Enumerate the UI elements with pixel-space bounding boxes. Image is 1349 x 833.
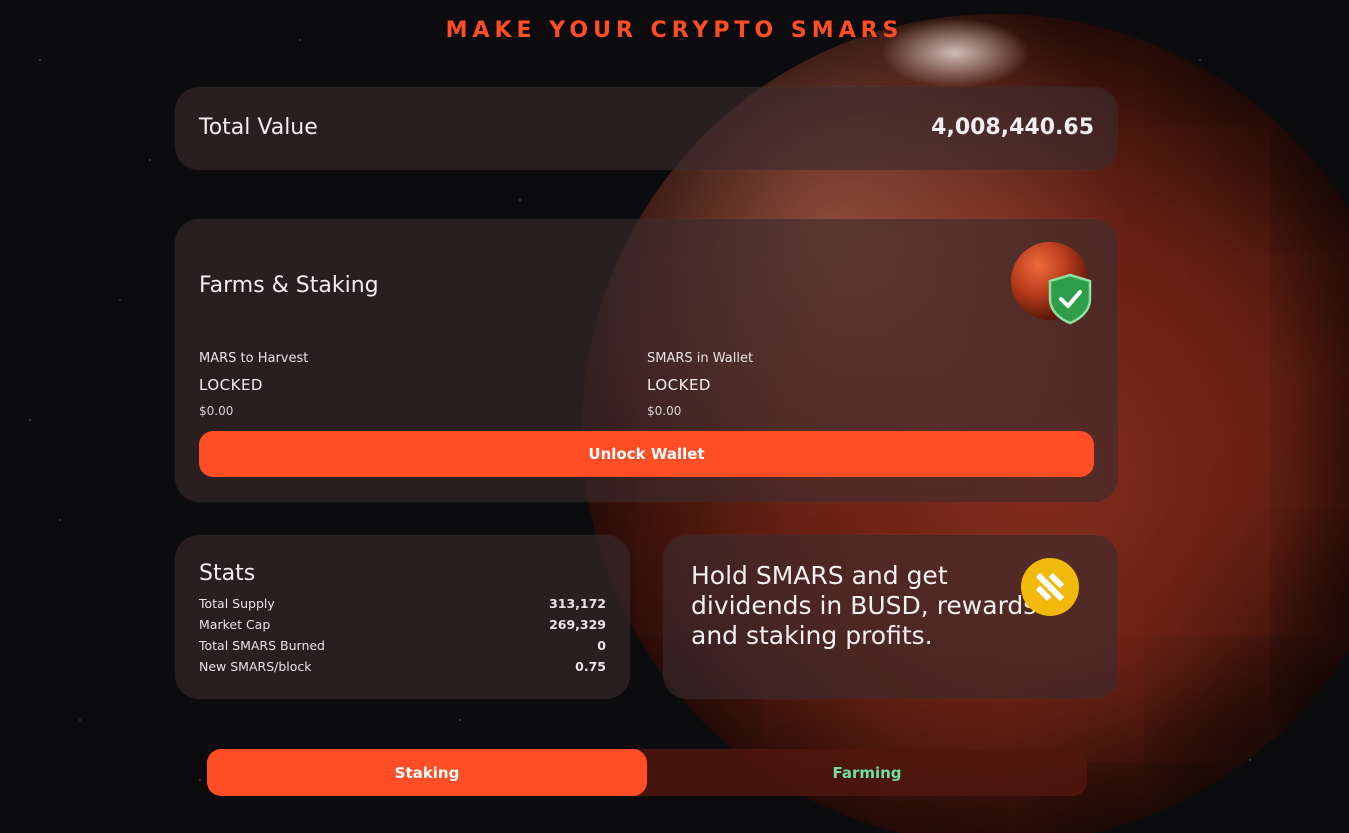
stats-row-label: Market Cap xyxy=(199,617,271,632)
smars-in-wallet-label: SMARS in Wallet xyxy=(647,351,754,366)
stats-row-value: 313,172 xyxy=(549,596,606,611)
staking-farming-tabs: Staking Farming xyxy=(207,749,1087,796)
stats-row-total-supply: Total Supply 313,172 xyxy=(199,596,606,617)
stats-row-value: 0 xyxy=(597,638,606,653)
stats-row-total-burned: Total SMARS Burned 0 xyxy=(199,638,606,659)
stats-row-market-cap: Market Cap 269,329 xyxy=(199,617,606,638)
stats-list: Total Supply 313,172 Market Cap 269,329 … xyxy=(199,596,606,680)
promo-card: Hold SMARS and get dividends in BUSD, re… xyxy=(663,535,1118,699)
stats-row-label: Total Supply xyxy=(199,596,275,611)
stats-row-label: New SMARS/block xyxy=(199,659,312,674)
farms-staking-card: Farms & Staking MARS to Harvest LOCKED $… xyxy=(175,219,1118,502)
mars-to-harvest-usd: $0.00 xyxy=(199,404,234,418)
stats-row-label: Total SMARS Burned xyxy=(199,638,325,653)
total-value-label: Total Value xyxy=(199,115,318,140)
farms-staking-title: Farms & Staking xyxy=(199,273,379,298)
stats-title: Stats xyxy=(199,561,256,586)
mars-to-harvest-block: MARS to Harvest LOCKED $0.00 xyxy=(199,351,308,418)
mars-to-harvest-status: LOCKED xyxy=(199,376,263,394)
stats-row-value: 269,329 xyxy=(549,617,606,632)
stats-row-new-per-block: New SMARS/block 0.75 xyxy=(199,659,606,680)
mars-to-harvest-label: MARS to Harvest xyxy=(199,351,309,366)
unlock-wallet-button[interactable]: Unlock Wallet xyxy=(199,431,1094,477)
smars-in-wallet-usd: $0.00 xyxy=(647,404,682,418)
smars-in-wallet-status: LOCKED xyxy=(647,376,711,394)
tab-farming[interactable]: Farming xyxy=(647,749,1087,796)
total-value-card: Total Value 4,008,440.65 xyxy=(175,87,1118,170)
stats-card: Stats Total Supply 313,172 Market Cap 26… xyxy=(175,535,630,699)
page-headline: MAKE YOUR CRYPTO SMARS xyxy=(445,18,904,43)
tab-staking[interactable]: Staking xyxy=(207,749,647,796)
stats-row-value: 0.75 xyxy=(575,659,606,674)
mars-shield-check-icon xyxy=(1011,242,1092,325)
smars-in-wallet-block: SMARS in Wallet LOCKED $0.00 xyxy=(647,351,753,418)
total-value-amount: 4,008,440.65 xyxy=(931,115,1094,140)
busd-icon xyxy=(1021,558,1079,616)
promo-text: Hold SMARS and get dividends in BUSD, re… xyxy=(691,561,1037,650)
